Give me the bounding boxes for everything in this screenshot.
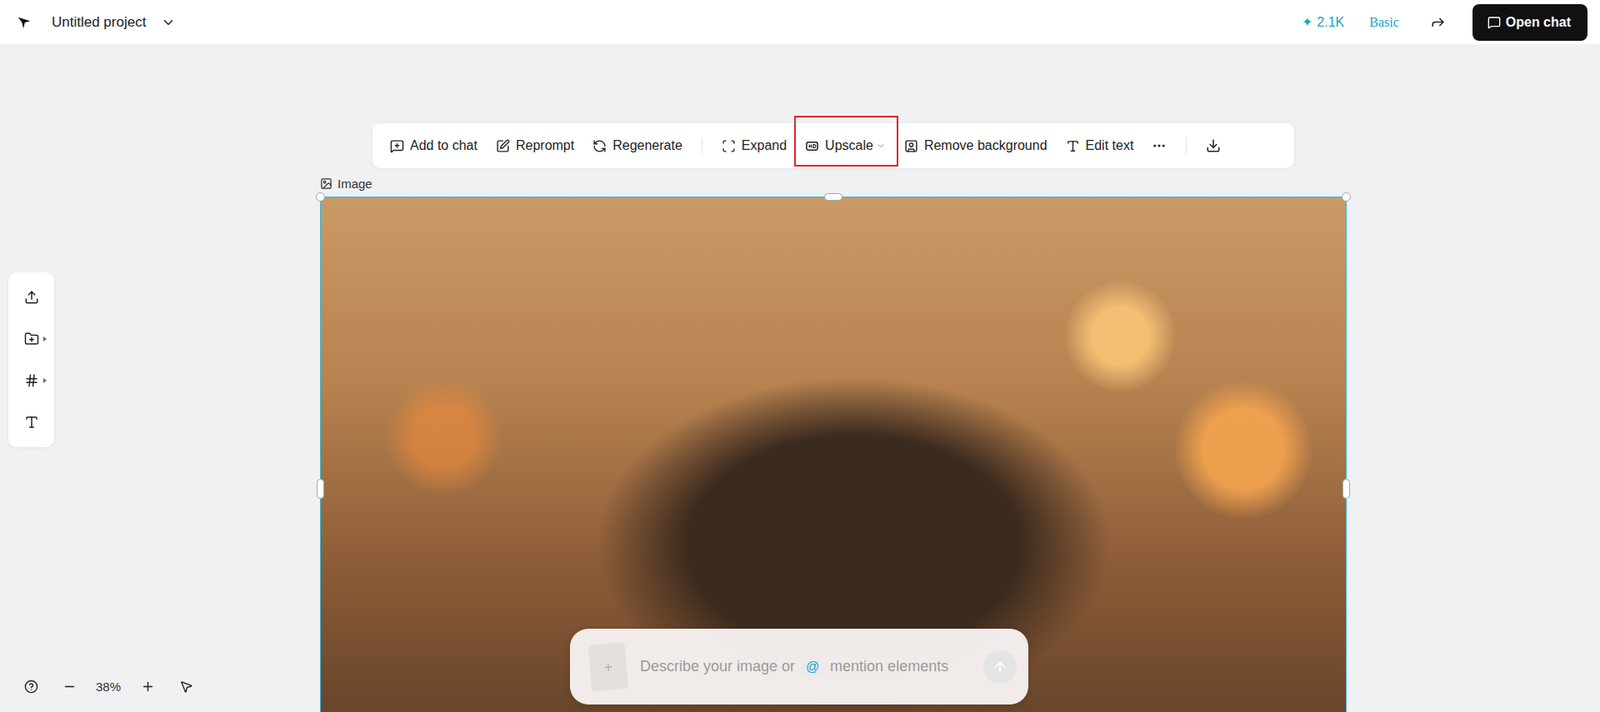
share-button[interactable] bbox=[1424, 8, 1453, 37]
toolbar-divider bbox=[1185, 137, 1187, 155]
plus-icon bbox=[601, 660, 615, 674]
minus-icon bbox=[62, 680, 77, 695]
caret-icon bbox=[43, 378, 47, 384]
resize-handle[interactable] bbox=[316, 479, 325, 500]
resize-handle[interactable] bbox=[1342, 479, 1350, 500]
hd-icon bbox=[805, 139, 820, 154]
help-button[interactable] bbox=[16, 672, 45, 701]
tool-icon bbox=[1065, 139, 1080, 154]
mention-badge[interactable]: @ bbox=[801, 656, 824, 679]
zoom-bar: 38% bbox=[16, 672, 200, 701]
upload-icon bbox=[24, 290, 40, 305]
zoom-in-button[interactable] bbox=[133, 672, 162, 701]
tool-icon bbox=[390, 139, 405, 154]
upload-button[interactable] bbox=[15, 280, 49, 315]
caret-icon bbox=[43, 336, 47, 342]
pointer-icon bbox=[179, 680, 194, 695]
tool-icon bbox=[904, 139, 919, 154]
toolbar-button[interactable]: Remove background bbox=[896, 131, 1055, 160]
credits[interactable]: ✦2.1K bbox=[1296, 10, 1350, 34]
plan-badge[interactable]: Basic bbox=[1357, 11, 1416, 34]
project-title[interactable]: Untitled project bbox=[46, 10, 181, 35]
zoom-level: 38% bbox=[93, 680, 124, 695]
ellipsis-icon bbox=[1151, 138, 1167, 154]
send-button[interactable] bbox=[983, 650, 1017, 685]
tool-panel bbox=[8, 272, 55, 448]
resize-handle[interactable] bbox=[1341, 192, 1351, 202]
add-folder-button[interactable] bbox=[15, 322, 49, 356]
arrow-up-icon bbox=[991, 659, 1009, 676]
chat-icon bbox=[1487, 15, 1501, 30]
chevron-down-icon bbox=[160, 15, 176, 30]
toolbar-button[interactable]: Reprompt bbox=[488, 131, 582, 160]
text-icon bbox=[24, 415, 40, 430]
toolbar-button[interactable]: Upscale bbox=[797, 131, 894, 160]
zoom-out-button[interactable] bbox=[55, 672, 84, 701]
download-icon bbox=[1205, 138, 1221, 154]
toolbar-button[interactable]: Regenerate bbox=[585, 131, 690, 160]
image-icon bbox=[320, 177, 333, 190]
toolbar-divider bbox=[701, 137, 703, 155]
dropdown-icon bbox=[875, 140, 886, 151]
canvas[interactable]: Add to chatRepromptRegenerate ExpandUpsca… bbox=[0, 44, 1600, 712]
image-toolbar: Add to chatRepromptRegenerate ExpandUpsca… bbox=[372, 123, 1295, 169]
text-button[interactable] bbox=[15, 405, 49, 440]
element-label: Image bbox=[320, 176, 373, 191]
more-button[interactable] bbox=[1144, 131, 1175, 160]
open-chat-button[interactable]: Open chat bbox=[1472, 4, 1588, 41]
resize-handle[interactable] bbox=[315, 192, 325, 202]
download-button[interactable] bbox=[1198, 131, 1229, 160]
attach-button[interactable] bbox=[588, 642, 630, 693]
toolbar-button[interactable]: Expand bbox=[714, 131, 795, 160]
frame-button[interactable] bbox=[15, 364, 49, 398]
plus-icon bbox=[140, 680, 155, 695]
folder-plus-icon bbox=[24, 331, 40, 347]
tool-icon bbox=[592, 139, 607, 154]
frame-icon bbox=[24, 373, 40, 389]
logo-icon[interactable] bbox=[16, 15, 32, 30]
prompt-bar: Describe your image or@mention elements bbox=[570, 629, 1029, 705]
toolbar-button[interactable]: Edit text bbox=[1058, 131, 1142, 160]
resize-handle[interactable] bbox=[824, 193, 843, 201]
share-icon bbox=[1430, 14, 1446, 30]
tool-icon bbox=[721, 139, 736, 154]
toolbar-button[interactable]: Add to chat bbox=[382, 131, 485, 160]
select-tool-button[interactable] bbox=[171, 672, 200, 701]
top-bar: Untitled project ✦2.1K Basic Open chat bbox=[0, 0, 1600, 45]
help-icon bbox=[24, 680, 39, 695]
tool-icon bbox=[495, 139, 510, 154]
prompt-input[interactable]: Describe your image or@mention elements bbox=[640, 656, 970, 679]
app: Untitled project ✦2.1K Basic Open chat Add t… bbox=[0, 0, 1600, 712]
